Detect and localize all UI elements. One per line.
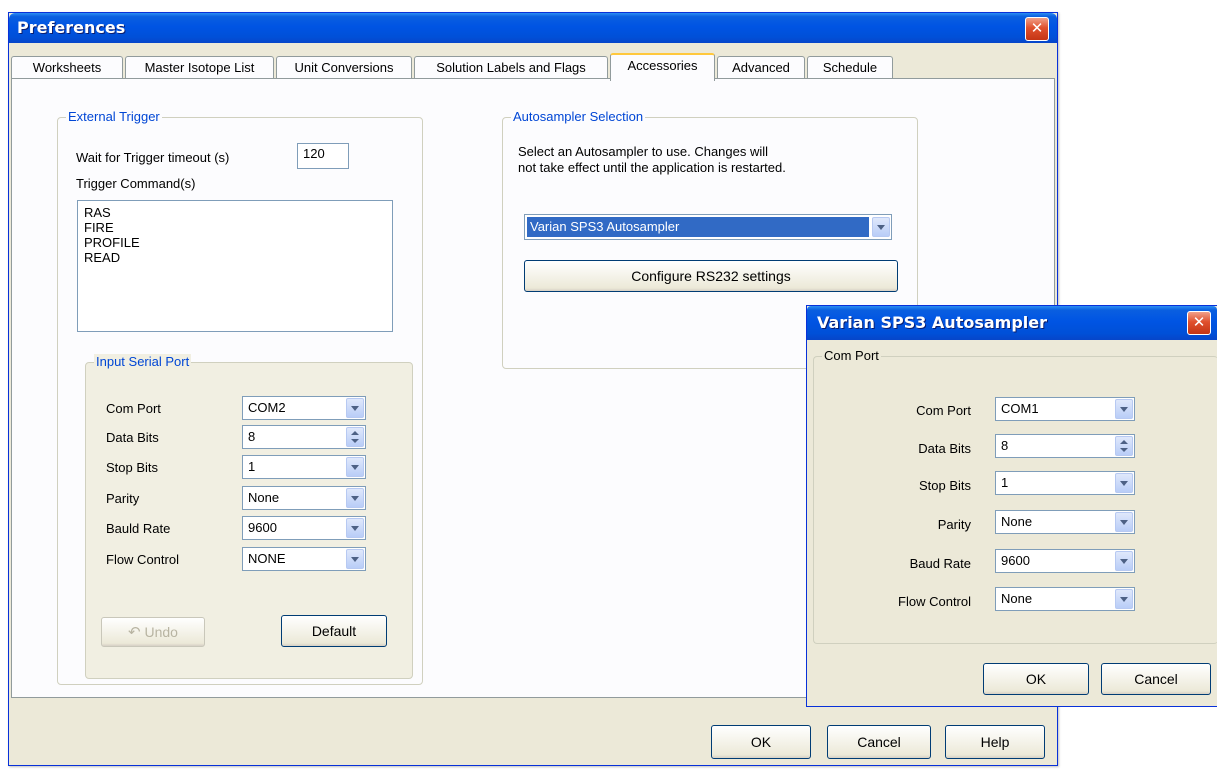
dialog-data-bits-value: 8	[1001, 438, 1009, 453]
chevron-down-icon[interactable]	[872, 217, 890, 237]
dialog-title-bar[interactable]: Varian SPS3 Autosampler ✕	[807, 306, 1217, 340]
parity-value: None	[248, 490, 280, 505]
dialog-parity-label: Parity	[937, 517, 971, 532]
chevron-down-icon[interactable]	[1115, 473, 1133, 493]
trigger-timeout-label: Wait for Trigger timeout (s)	[76, 150, 230, 165]
stop-bits-label: Stop Bits	[106, 460, 159, 475]
dialog-com-port-value: COM1	[1001, 401, 1039, 416]
autosampler-select[interactable]: Varian SPS3 Autosampler	[524, 214, 892, 240]
list-item[interactable]: FIRE	[84, 220, 386, 235]
spinner-arrows-icon[interactable]	[1115, 436, 1133, 456]
chevron-down-icon[interactable]	[346, 488, 364, 508]
baud-rate-value: 9600	[248, 520, 277, 535]
close-icon[interactable]: ✕	[1025, 17, 1049, 41]
help-button[interactable]: Help	[945, 725, 1045, 759]
close-icon[interactable]: ✕	[1187, 311, 1211, 335]
dialog-title: Varian SPS3 Autosampler	[817, 313, 1047, 332]
baud-rate-select[interactable]: 9600	[242, 516, 366, 540]
flow-control-label: Flow Control	[106, 552, 179, 567]
window-title: Preferences	[17, 18, 126, 37]
autosampler-description-line1: Select an Autosampler to use. Changes wi…	[518, 144, 769, 159]
com-port-label: Com Port	[106, 401, 161, 416]
data-bits-spinner[interactable]: 8	[242, 425, 366, 449]
dialog-stop-bits-label: Stop Bits	[918, 478, 971, 493]
dialog-ok-button[interactable]: OK	[983, 663, 1089, 695]
ok-button[interactable]: OK	[711, 725, 811, 759]
tab-worksheets[interactable]: Worksheets	[11, 56, 123, 79]
undo-icon: ↶	[128, 624, 141, 641]
dialog-baud-rate-label: Baud Rate	[909, 556, 971, 571]
dialog-baud-rate-select[interactable]: 9600	[995, 549, 1135, 573]
dialog-flow-control-select[interactable]: None	[995, 587, 1135, 611]
chevron-down-icon[interactable]	[1115, 512, 1133, 532]
chevron-down-icon[interactable]	[1115, 589, 1133, 609]
chevron-down-icon[interactable]	[1115, 551, 1133, 571]
dialog-baud-rate-value: 9600	[1001, 553, 1030, 568]
tab-solution-labels-and-flags[interactable]: Solution Labels and Flags	[414, 56, 608, 79]
com-port-value: COM2	[248, 400, 286, 415]
tab-unit-conversions[interactable]: Unit Conversions	[276, 56, 412, 79]
dialog-data-bits-spinner[interactable]: 8	[995, 434, 1135, 458]
trigger-timeout-input[interactable]: 120	[297, 143, 349, 169]
autosampler-description-line2: not take effect until the application is…	[518, 160, 786, 175]
external-trigger-group: External Trigger Wait for Trigger timeou…	[57, 109, 423, 685]
autosampler-settings-dialog: Varian SPS3 Autosampler ✕ Com Port Com P…	[806, 305, 1217, 707]
dialog-com-port-select[interactable]: COM1	[995, 397, 1135, 421]
dialog-flow-control-value: None	[1001, 591, 1033, 606]
data-bits-label: Data Bits	[106, 430, 159, 445]
parity-select[interactable]: None	[242, 486, 366, 510]
tab-strip: Worksheets Master Isotope List Unit Conv…	[11, 53, 911, 81]
chevron-down-icon[interactable]	[346, 549, 364, 569]
baud-rate-label: Bauld Rate	[106, 521, 171, 536]
trigger-commands-list[interactable]: RAS FIRE PROFILE READ	[77, 200, 393, 332]
list-item[interactable]: RAS	[84, 205, 386, 220]
dialog-parity-value: None	[1001, 514, 1033, 529]
spinner-arrows-icon[interactable]	[346, 427, 364, 447]
dialog-flow-control-label: Flow Control	[898, 594, 971, 609]
input-serial-port-legend: Input Serial Port	[94, 354, 192, 369]
autosampler-selection-legend: Autosampler Selection	[511, 109, 646, 124]
chevron-down-icon[interactable]	[346, 398, 364, 418]
parity-label: Parity	[106, 491, 140, 506]
flow-control-select[interactable]: NONE	[242, 547, 366, 571]
undo-button[interactable]: ↶ Undo	[101, 617, 205, 647]
stop-bits-value: 1	[248, 459, 256, 474]
data-bits-value: 8	[248, 429, 256, 444]
dialog-data-bits-label: Data Bits	[918, 441, 971, 456]
dialog-com-port-label: Com Port	[916, 403, 971, 418]
tab-accessories[interactable]: Accessories	[610, 53, 715, 81]
autosampler-value: Varian SPS3 Autosampler	[530, 219, 680, 234]
dialog-stop-bits-select[interactable]: 1	[995, 471, 1135, 495]
undo-label: Undo	[144, 624, 178, 640]
external-trigger-legend: External Trigger	[66, 109, 162, 124]
tab-advanced[interactable]: Advanced	[717, 56, 805, 79]
dialog-cancel-button[interactable]: Cancel	[1101, 663, 1211, 695]
input-serial-port-group: Input Serial Port Com Port COM2 Data Bit…	[85, 354, 413, 679]
chevron-down-icon[interactable]	[346, 457, 364, 477]
chevron-down-icon[interactable]	[346, 518, 364, 538]
chevron-down-icon[interactable]	[1115, 399, 1133, 419]
cancel-button[interactable]: Cancel	[827, 725, 931, 759]
title-bar[interactable]: Preferences ✕	[9, 13, 1057, 43]
configure-rs232-button[interactable]: Configure RS232 settings	[524, 260, 898, 292]
list-item[interactable]: PROFILE	[84, 235, 386, 250]
com-port-group-legend: Com Port	[822, 348, 881, 363]
default-button[interactable]: Default	[281, 615, 387, 647]
stop-bits-select[interactable]: 1	[242, 455, 366, 479]
tab-schedule[interactable]: Schedule	[807, 56, 893, 79]
list-item[interactable]: READ	[84, 250, 386, 265]
com-port-select[interactable]: COM2	[242, 396, 366, 420]
dialog-parity-select[interactable]: None	[995, 510, 1135, 534]
tab-master-isotope-list[interactable]: Master Isotope List	[125, 56, 274, 79]
dialog-stop-bits-value: 1	[1001, 475, 1009, 490]
flow-control-value: NONE	[248, 551, 286, 566]
trigger-commands-label: Trigger Command(s)	[76, 176, 196, 191]
